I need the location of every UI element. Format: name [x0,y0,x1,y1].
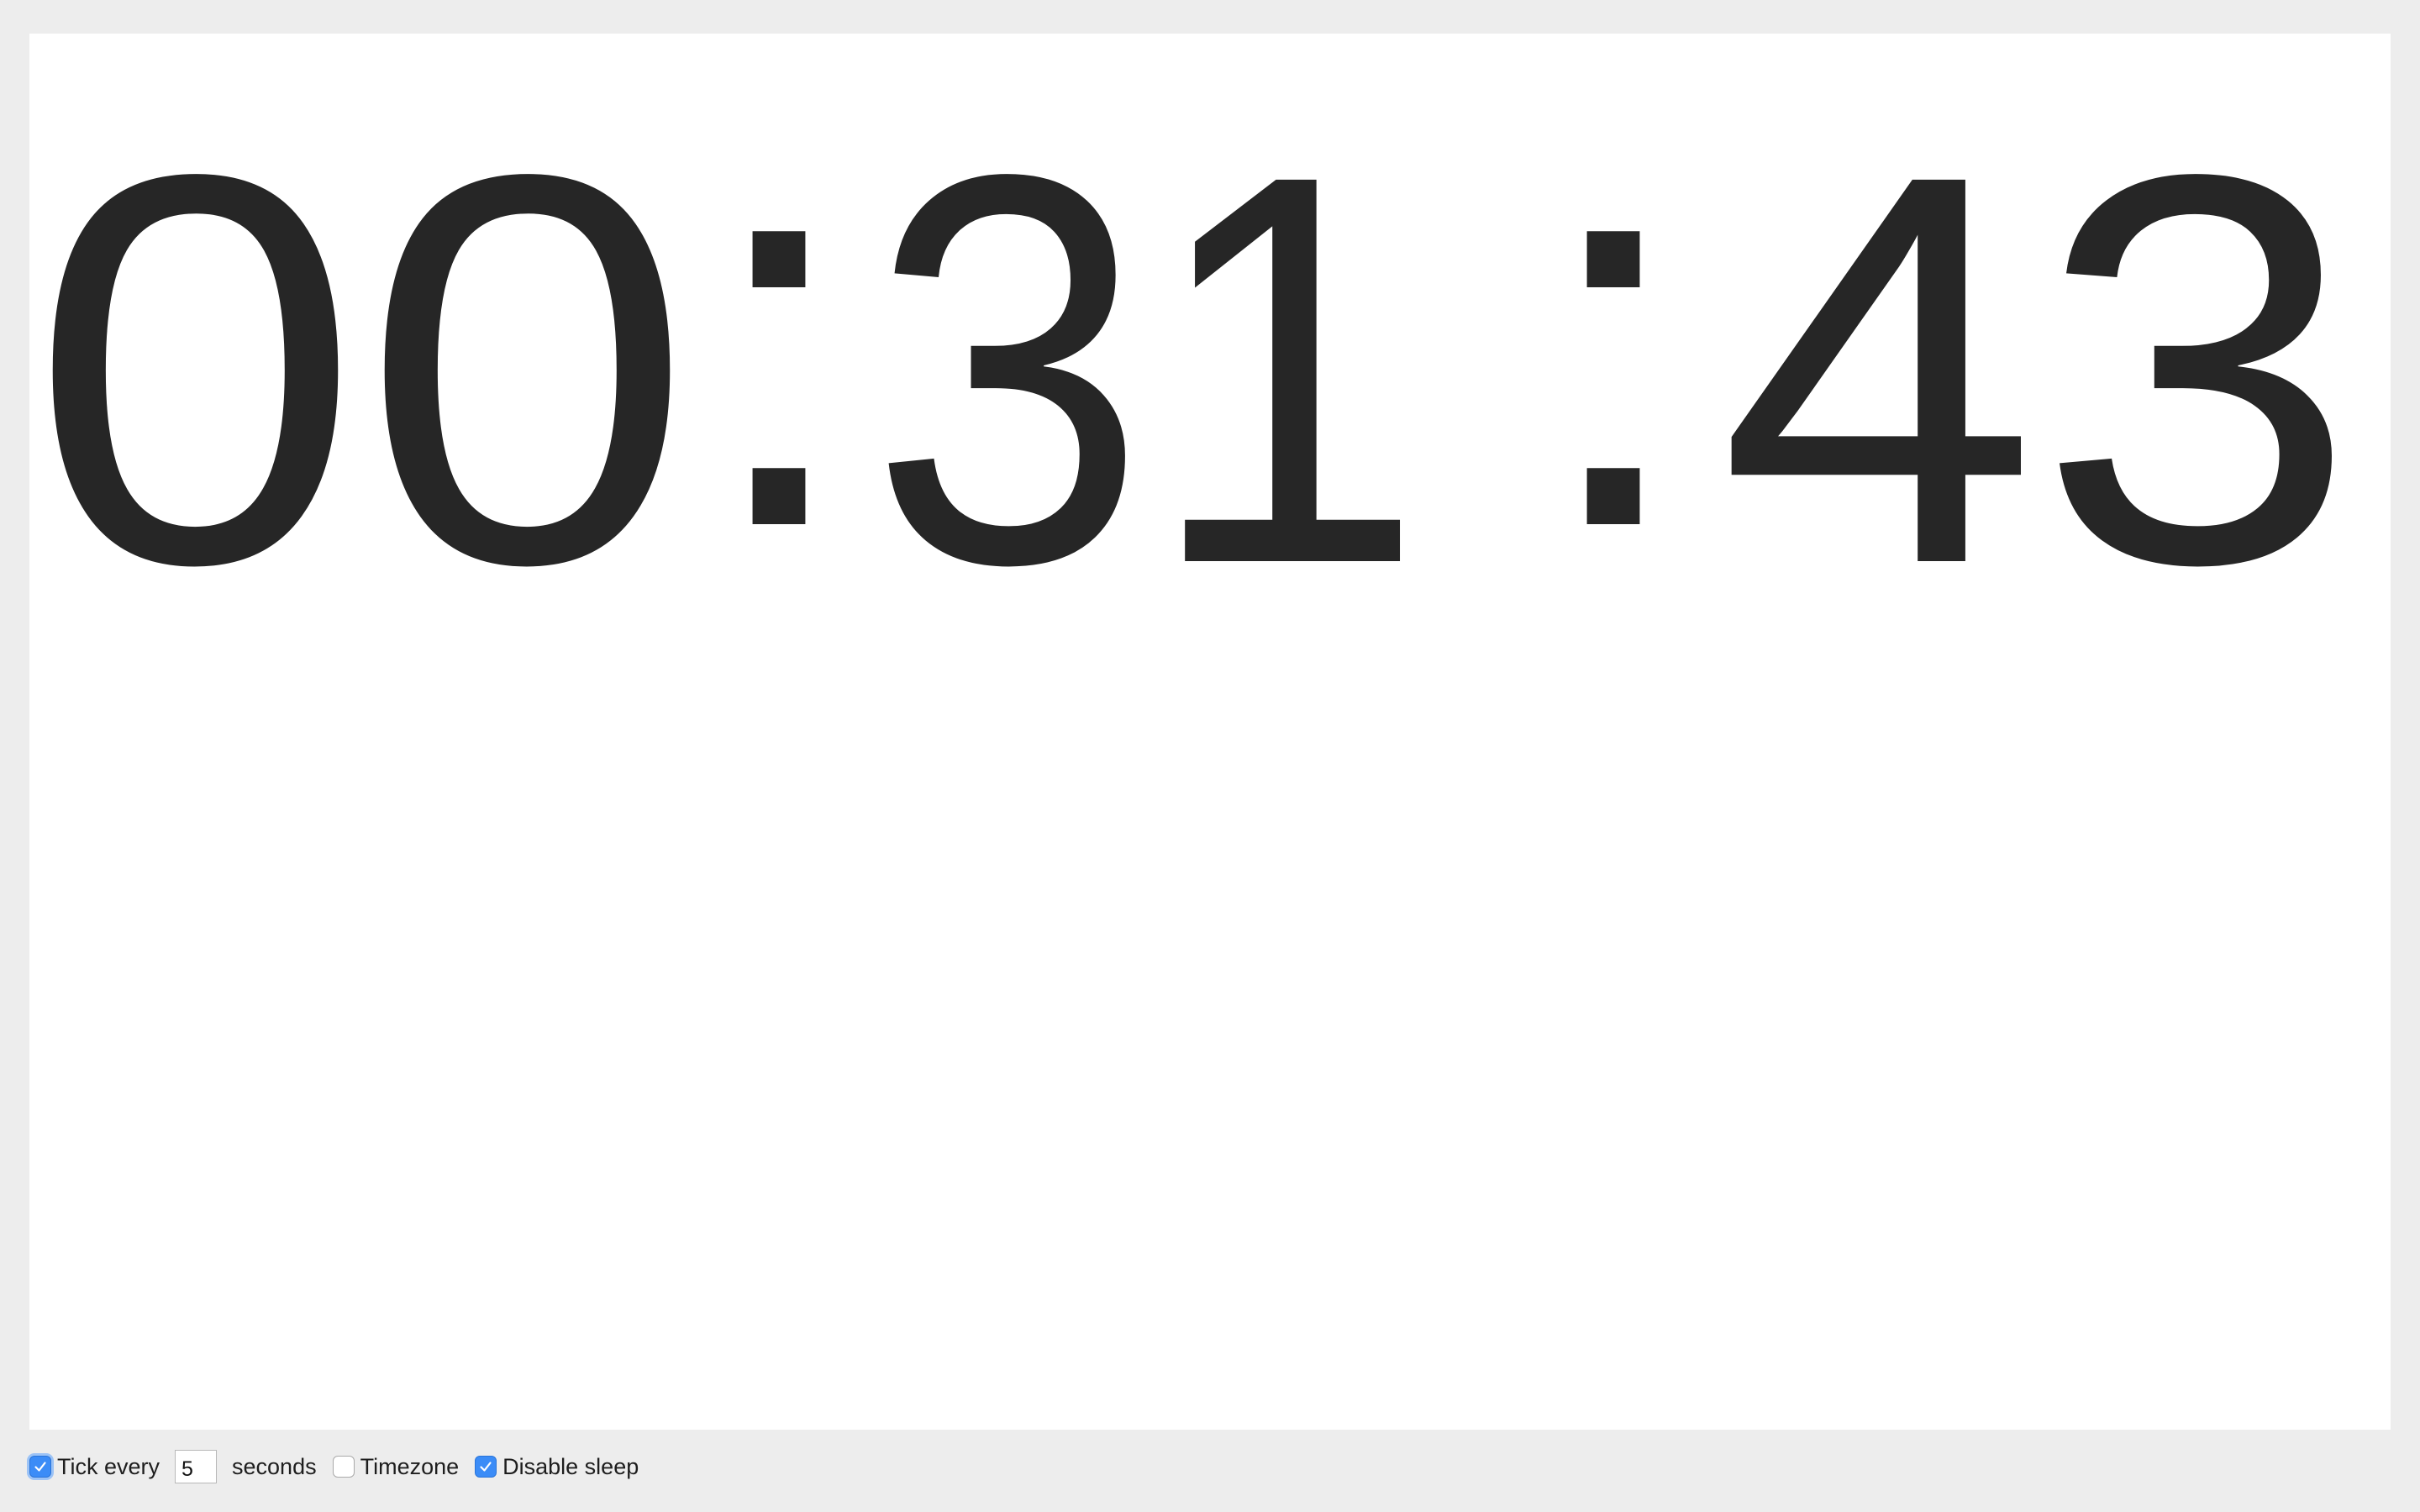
controls-bar: Tick every seconds Timezone Disable slee… [29,1446,639,1487]
timezone-label: Timezone [360,1453,460,1479]
disable-sleep-label: Disable sleep [502,1453,639,1479]
tick-checkbox[interactable] [29,1456,51,1478]
clock-seconds: 43 [1718,60,2357,679]
clock-display: 00 : 31 : 43 [29,34,2357,679]
clock-hours: 00 [29,60,693,679]
seconds-label: seconds [232,1453,317,1479]
clock-panel: 00 : 31 : 43 [29,34,2391,1430]
checkmark-icon [34,1462,46,1472]
clock-separator-1: : [702,34,855,642]
disable-sleep-checkbox[interactable] [475,1456,497,1478]
checkmark-icon [480,1462,492,1472]
tick-label: Tick every [57,1453,160,1479]
clock-minutes: 31 [870,60,1424,679]
tick-interval-input[interactable] [175,1450,218,1483]
timezone-checkbox[interactable] [332,1456,355,1478]
clock-separator-2: : [1536,34,1690,642]
